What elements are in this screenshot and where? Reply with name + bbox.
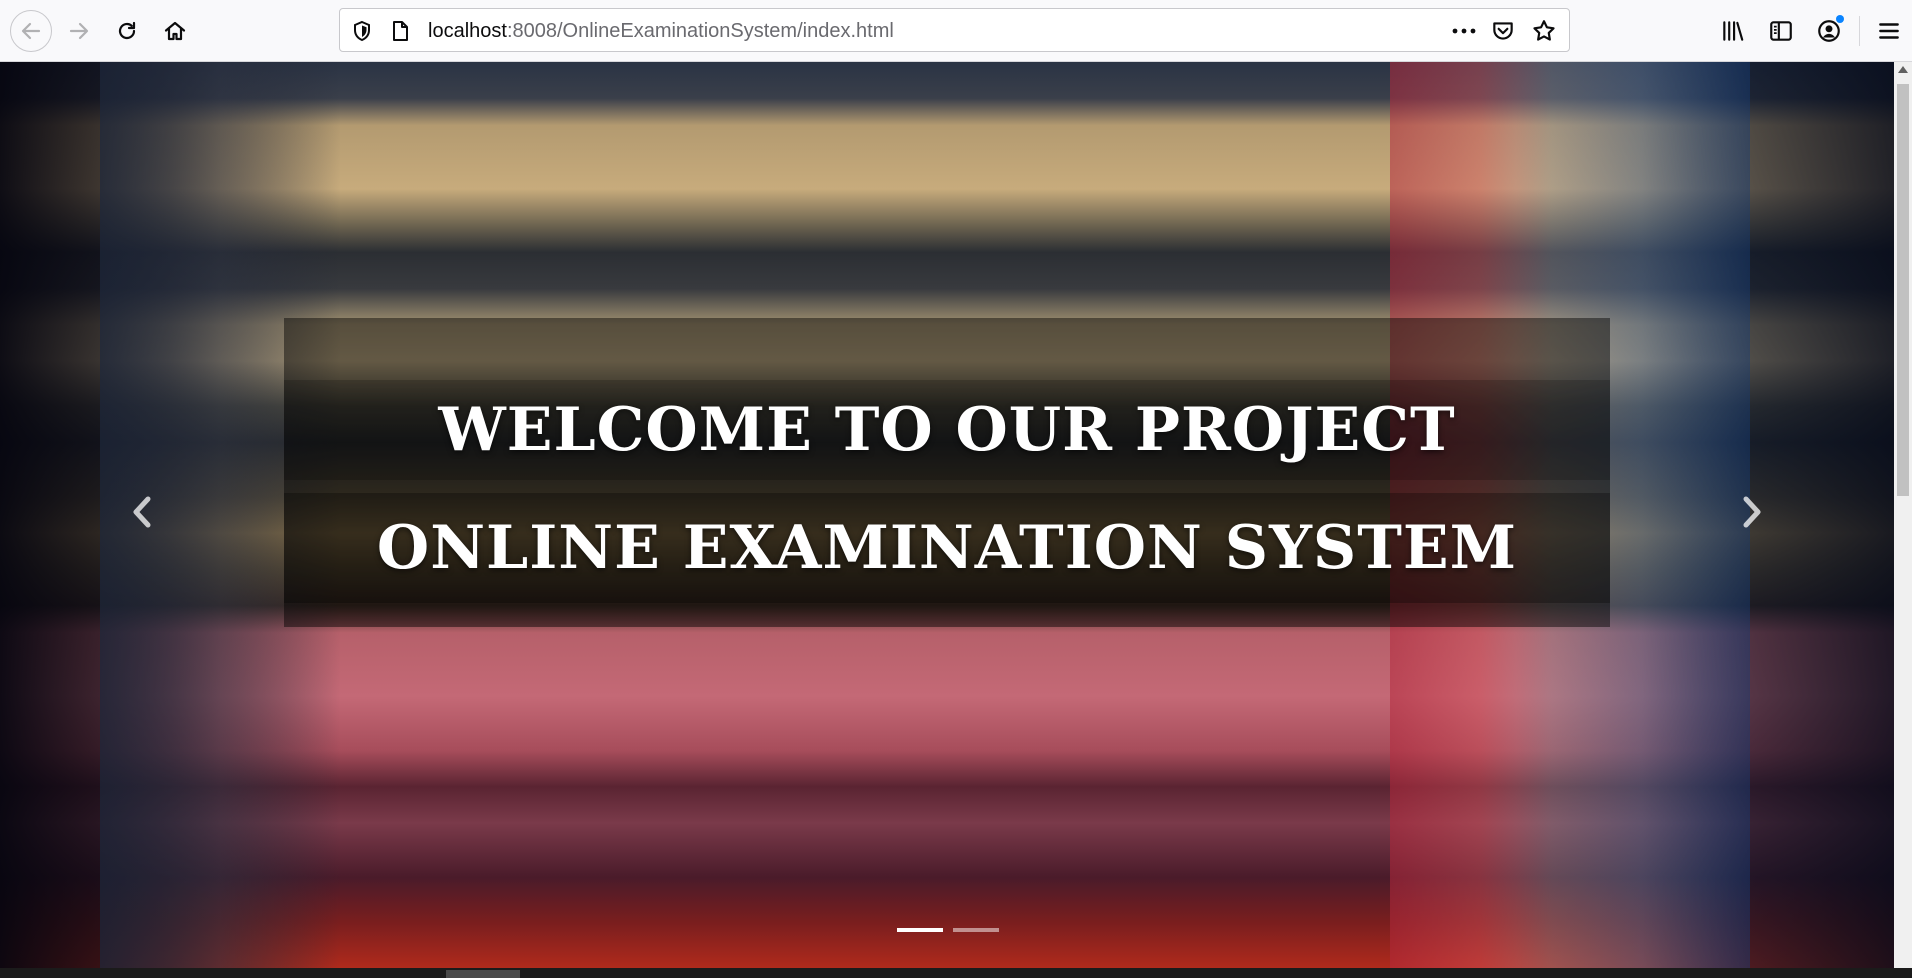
- browser-toolbar: localhost:8008/OnlineExaminationSystem/i…: [0, 0, 1912, 62]
- caption-project-title: ONLINE EXAMINATION SYSTEM: [284, 493, 1610, 603]
- page-icon[interactable]: [388, 19, 412, 43]
- horizontal-scroll-thumb[interactable]: [446, 970, 520, 978]
- home-button[interactable]: [154, 10, 196, 52]
- url-text[interactable]: localhost:8008/OnlineExaminationSystem/i…: [428, 18, 894, 44]
- star-icon[interactable]: [1531, 18, 1557, 44]
- reload-button[interactable]: [106, 10, 148, 52]
- url-host: localhost: [428, 20, 507, 42]
- caption-welcome-heading: WELCOME TO OUR PROJECT: [284, 380, 1610, 480]
- sidebar-icon[interactable]: [1768, 18, 1794, 44]
- shield-icon[interactable]: [350, 19, 374, 43]
- arrow-right-icon: [69, 22, 89, 40]
- carousel-indicators: [897, 928, 999, 932]
- carousel-caption: WELCOME TO OUR PROJECT ONLINE EXAMINATIO…: [284, 318, 1610, 627]
- vertical-scrollbar[interactable]: [1894, 62, 1912, 968]
- forward-button[interactable]: [58, 10, 100, 52]
- chevron-right-icon: [1743, 496, 1761, 528]
- arrow-left-icon: [21, 22, 41, 40]
- back-button[interactable]: [10, 10, 52, 52]
- notification-dot: [1836, 15, 1844, 23]
- chevron-left-icon: [133, 496, 151, 528]
- scroll-up-arrow-icon[interactable]: [1898, 66, 1908, 73]
- reload-icon: [118, 21, 136, 40]
- pocket-icon[interactable]: [1490, 18, 1516, 44]
- page-viewport: WELCOME TO OUR PROJECT ONLINE EXAMINATIO…: [0, 62, 1894, 968]
- horizontal-scrollbar[interactable]: [0, 968, 1912, 978]
- library-icon[interactable]: [1720, 18, 1746, 44]
- carousel-next-button[interactable]: [1732, 487, 1772, 537]
- carousel-indicator-1[interactable]: [897, 928, 943, 932]
- vertical-scroll-thumb[interactable]: [1897, 84, 1909, 496]
- url-path: :8008/OnlineExaminationSystem/index.html: [506, 20, 894, 42]
- carousel-prev-button[interactable]: [122, 487, 162, 537]
- more-dots-icon[interactable]: [1450, 19, 1478, 43]
- address-bar[interactable]: localhost:8008/OnlineExaminationSystem/i…: [339, 8, 1570, 52]
- hamburger-menu-icon[interactable]: [1876, 18, 1902, 44]
- toolbar-separator: [1859, 16, 1860, 46]
- home-icon: [164, 21, 186, 41]
- carousel-indicator-2[interactable]: [953, 928, 999, 932]
